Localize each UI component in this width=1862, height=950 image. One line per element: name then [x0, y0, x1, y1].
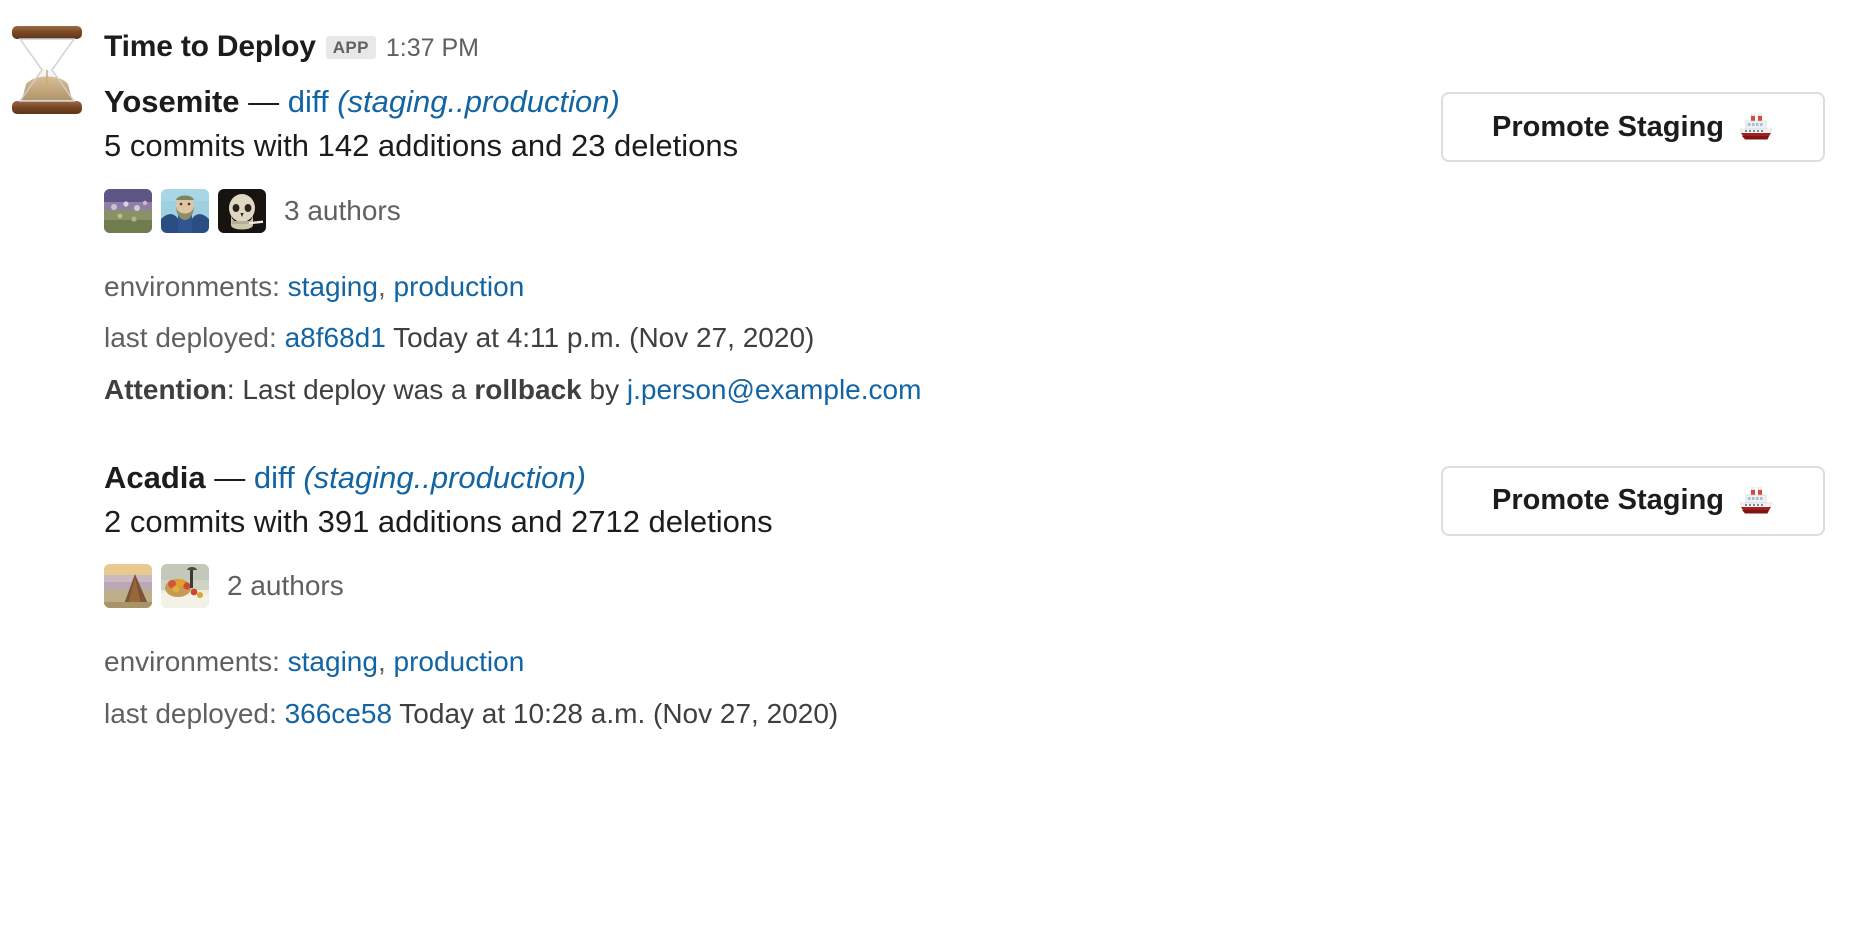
attachment-meta: environments: staging, production last d…: [104, 261, 1842, 416]
attention-text-before: Last deploy was a: [242, 374, 475, 406]
author-avatar-list: [104, 188, 266, 233]
deploy-attachment-yosemite: Yosemite — diff (staging..production) 5 …: [104, 82, 1842, 416]
commit-sha-link[interactable]: 366ce58: [285, 698, 392, 729]
ship-icon: [1738, 486, 1774, 516]
attention-line: Attention: Last deploy was a rollback by…: [104, 364, 1842, 416]
diff-link-range: (staging..production): [337, 84, 620, 119]
deploy-attachment-acadia: Acadia — diff (staging..production) 2 co…: [104, 458, 1842, 740]
author-avatar[interactable]: [104, 564, 152, 609]
message-timestamp[interactable]: 1:37 PM: [386, 36, 479, 61]
promote-staging-button[interactable]: Promote Staging: [1441, 465, 1825, 536]
message-header: Time to Deploy APP 1:37 PM: [104, 32, 1842, 72]
authors-count: 3 authors: [284, 194, 401, 226]
slack-message-canvas: Time to Deploy APP 1:37 PM Yosemite — di…: [0, 0, 1862, 950]
ship-icon: [1738, 112, 1774, 142]
attention-actor-link[interactable]: j.person@example.com: [627, 374, 922, 405]
last-deployed-time: Today at 4:11 p.m. (Nov 27, 2020): [393, 322, 815, 354]
repo-name: Acadia: [104, 459, 206, 495]
author-avatar[interactable]: [218, 188, 266, 233]
diff-link-label: diff: [287, 84, 329, 119]
promote-staging-button-label: Promote Staging: [1491, 484, 1724, 517]
authors-row: 3 authors: [104, 188, 1842, 233]
author-avatar-list: [104, 564, 209, 609]
title-separator: —: [248, 84, 280, 119]
repo-name: Yosemite: [104, 84, 240, 119]
last-deployed-label: last deployed:: [104, 698, 277, 730]
diff-link[interactable]: diff (staging..production): [254, 460, 586, 495]
last-deployed-label: last deployed:: [104, 322, 277, 354]
authors-row: 2 authors: [104, 564, 1842, 609]
author-avatar[interactable]: [161, 564, 209, 609]
last-deployed-line: last deployed: 366ce58 Today at 10:28 a.…: [104, 688, 1842, 740]
avatar-column: [0, 24, 104, 116]
slack-message: Time to Deploy APP 1:37 PM Yosemite — di…: [0, 0, 1862, 740]
attention-colon: :: [226, 374, 243, 406]
environments-separator: ,: [377, 270, 394, 302]
title-separator: —: [214, 459, 246, 495]
diff-link[interactable]: diff (staging..production): [288, 84, 620, 119]
attention-label: Attention: [104, 374, 227, 406]
sender-name[interactable]: Time to Deploy: [104, 32, 316, 62]
message-body: Time to Deploy APP 1:37 PM Yosemite — di…: [104, 24, 1862, 740]
environments-line: environments: staging, production: [104, 636, 1842, 688]
environments-separator: ,: [377, 646, 394, 678]
authors-count: 2 authors: [227, 570, 344, 602]
environment-link-staging[interactable]: staging: [288, 271, 378, 302]
last-deployed-line: last deployed: a8f68d1 Today at 4:11 p.m…: [104, 312, 1842, 364]
attachment-meta: environments: staging, production last d…: [104, 636, 1842, 740]
author-avatar[interactable]: [104, 188, 152, 233]
environment-link-production[interactable]: production: [394, 646, 525, 677]
author-avatar[interactable]: [161, 188, 209, 233]
diff-link-range: (staging..production): [303, 459, 586, 495]
attention-text-after: by: [581, 374, 627, 406]
promote-staging-button[interactable]: Promote Staging: [1441, 92, 1825, 162]
attention-deploy-kind: rollback: [474, 374, 582, 406]
environment-link-production[interactable]: production: [394, 271, 525, 302]
commit-sha-link[interactable]: a8f68d1: [285, 322, 386, 353]
environments-label: environments:: [104, 270, 280, 302]
promote-staging-button-label: Promote Staging: [1491, 110, 1724, 143]
last-deployed-time: Today at 10:28 a.m. (Nov 27, 2020): [399, 698, 839, 730]
environments-line: environments: staging, production: [104, 261, 1842, 313]
app-badge: APP: [325, 36, 376, 59]
environments-label: environments:: [104, 646, 280, 678]
hourglass-icon[interactable]: [8, 24, 86, 116]
diff-link-label: diff: [253, 459, 295, 495]
environment-link-staging[interactable]: staging: [288, 646, 378, 677]
